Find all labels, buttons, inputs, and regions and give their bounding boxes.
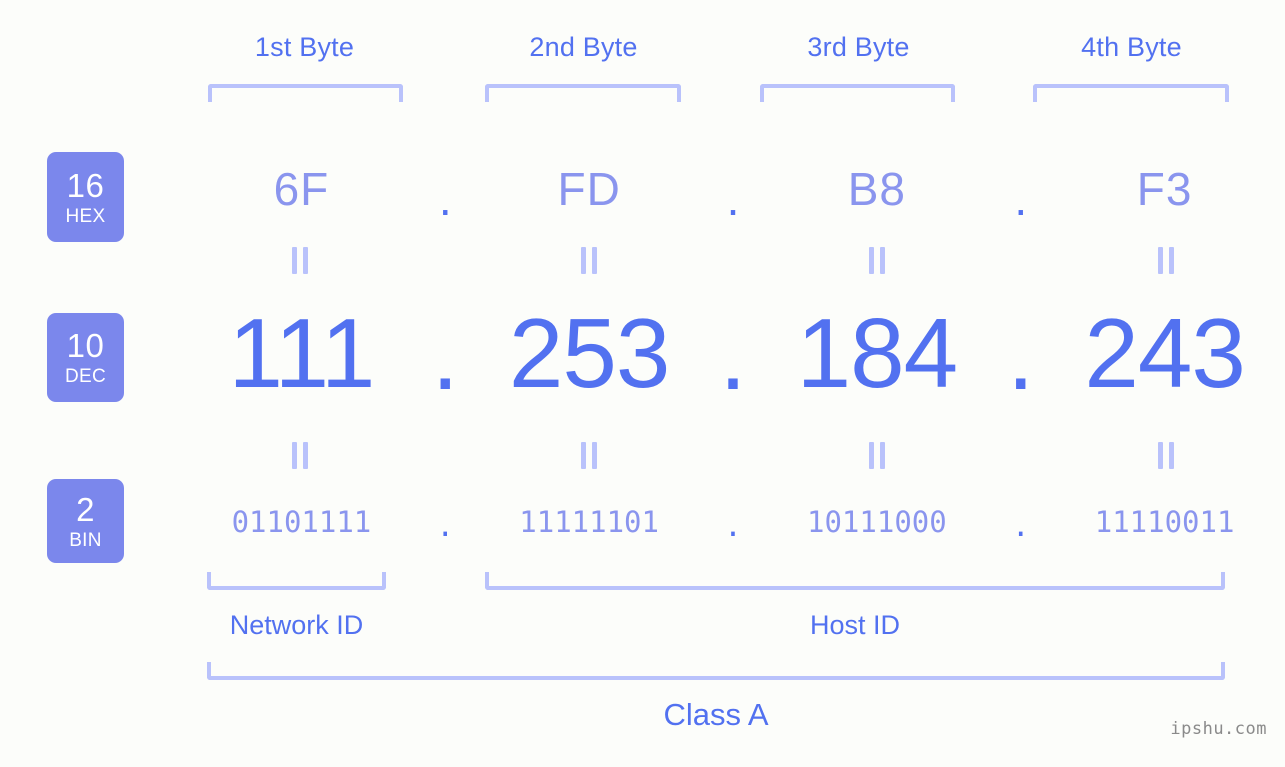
equals-row-hex-dec — [150, 245, 1260, 275]
radix-badge-bin-name: BIN — [69, 529, 102, 551]
site-watermark: ipshu.com — [1170, 719, 1267, 739]
bin-byte-1: 01101111 — [231, 505, 372, 539]
byte-header-1: 1st Byte — [254, 32, 355, 62]
equals-mark-hex-dec-1 — [206, 246, 395, 274]
equals-mark-dec-bin-1 — [206, 441, 395, 469]
byte-header-3: 3rd Byte — [807, 32, 910, 62]
radix-badge-bin: 2 BIN — [47, 479, 124, 563]
hex-separator-3: . — [1014, 173, 1028, 225]
bin-separator-1: . — [436, 509, 455, 543]
bin-byte-4: 11110011 — [1094, 505, 1235, 539]
bin-byte-2: 11111101 — [519, 505, 659, 539]
byte-header-2: 2nd Byte — [529, 32, 638, 62]
dec-separator-2: . — [719, 299, 747, 410]
radix-badge-hex: 16 HEX — [47, 152, 124, 242]
hex-separator-1: . — [438, 173, 452, 225]
radix-badge-bin-number: 2 — [76, 490, 95, 528]
host-id-bracket — [485, 572, 1225, 590]
dec-value-row: 111 . 253 . 184 . 243 — [150, 297, 1260, 410]
byte-header-4: 4th Byte — [1081, 32, 1182, 62]
hex-byte-2: FD — [557, 163, 621, 215]
dec-byte-4: 243 — [1084, 297, 1246, 408]
class-label: Class A — [663, 697, 769, 732]
dec-byte-2: 253 — [508, 297, 671, 408]
hex-byte-4: F3 — [1136, 163, 1193, 215]
hex-byte-1: 6F — [273, 163, 330, 215]
dec-separator-1: . — [431, 299, 459, 410]
radix-badge-hex-name: HEX — [65, 205, 106, 227]
dec-byte-3: 184 — [796, 297, 959, 408]
equals-mark-hex-dec-4 — [1072, 246, 1261, 274]
byte-bracket-2 — [485, 84, 681, 102]
dec-byte-1: 111 — [228, 297, 375, 408]
bin-value-row: 01101111 . 11111101 . 10111000 . 1111001… — [150, 495, 1260, 549]
ip-breakdown-diagram: 1st Byte 2nd Byte 3rd Byte 4th Byte 16 H… — [0, 0, 1285, 767]
hex-byte-3: B8 — [847, 163, 906, 215]
radix-badge-dec-name: DEC — [64, 366, 106, 387]
bin-separator-3: . — [1011, 509, 1030, 543]
network-id-bracket — [207, 572, 386, 590]
host-id-label: Host ID — [809, 610, 901, 640]
radix-badge-dec-number: 10 — [66, 327, 105, 364]
dec-separator-3: . — [1007, 299, 1035, 410]
network-id-label: Network ID — [229, 610, 364, 640]
hex-separator-2: . — [726, 173, 740, 225]
radix-badge-dec: 10 DEC — [47, 313, 124, 402]
equals-mark-hex-dec-3 — [783, 246, 972, 274]
equals-mark-dec-bin-2 — [495, 441, 684, 469]
radix-badge-hex-number: 16 — [66, 166, 105, 204]
equals-mark-hex-dec-2 — [495, 246, 684, 274]
byte-bracket-1 — [208, 84, 403, 102]
equals-mark-dec-bin-4 — [1072, 441, 1261, 469]
byte-bracket-4 — [1033, 84, 1229, 102]
equals-row-dec-bin — [150, 440, 1260, 470]
byte-bracket-3 — [760, 84, 955, 102]
class-bracket — [207, 662, 1225, 680]
bin-separator-2: . — [724, 509, 742, 543]
bin-byte-3: 10111000 — [807, 505, 947, 539]
equals-mark-dec-bin-3 — [783, 441, 972, 469]
hex-value-row: 6F . FD . B8 . F3 — [150, 150, 1260, 228]
